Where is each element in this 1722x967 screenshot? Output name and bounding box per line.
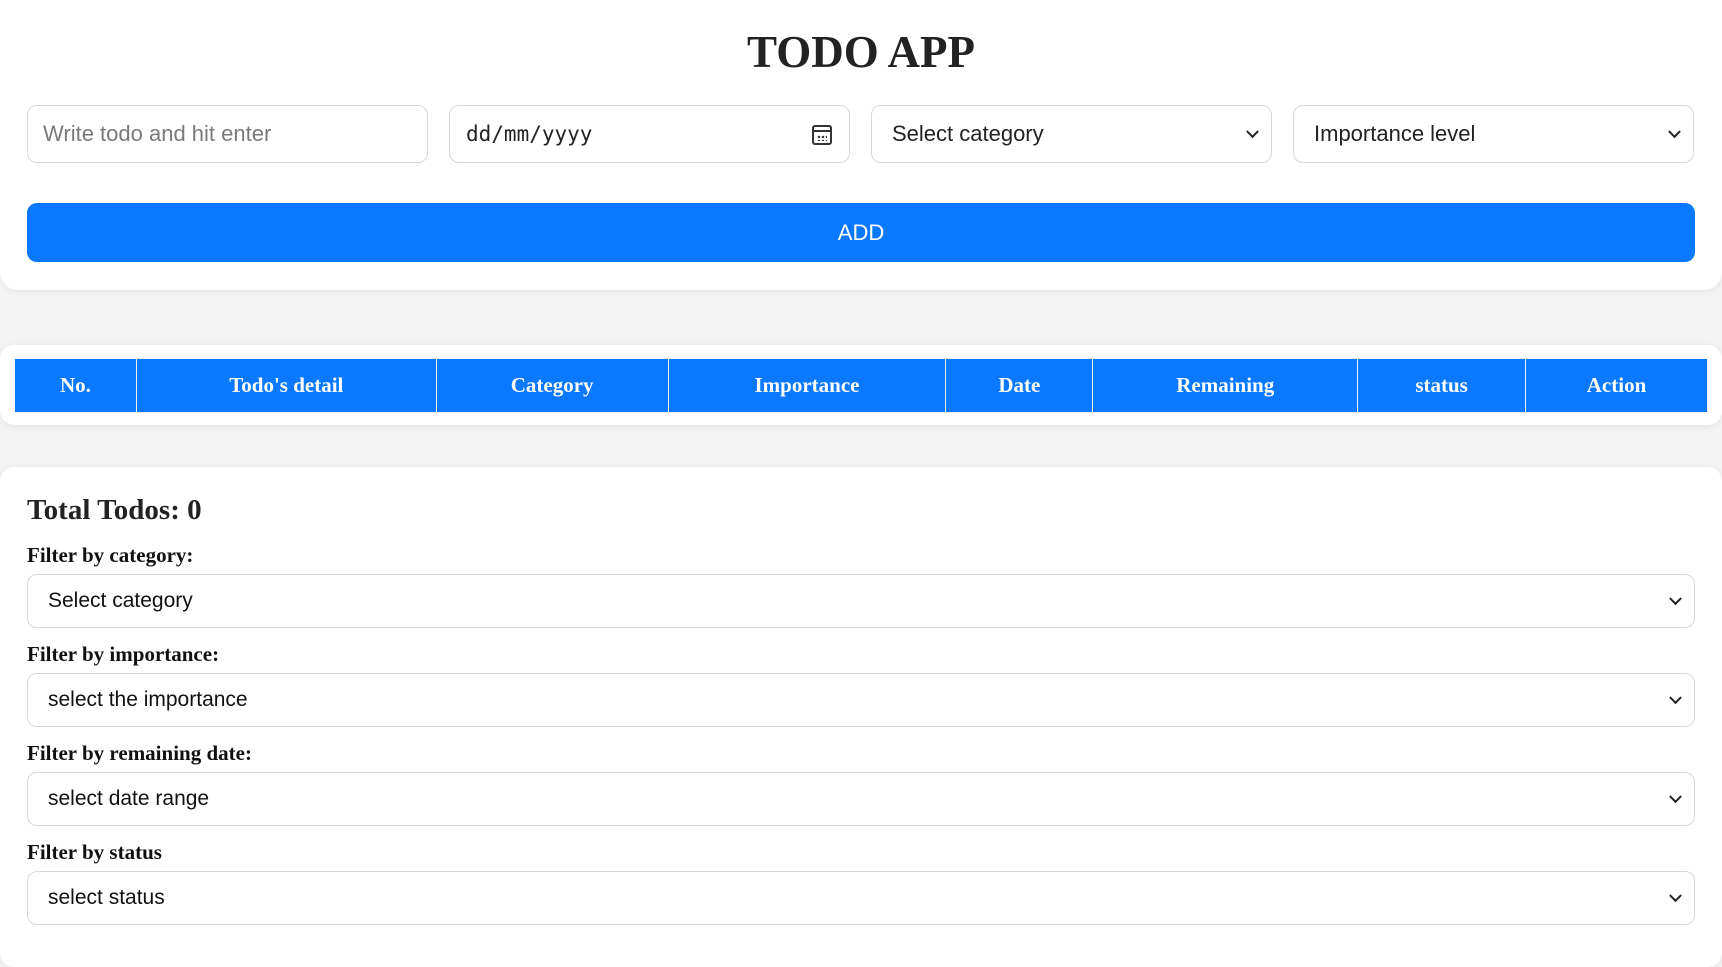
- add-button[interactable]: ADD: [27, 203, 1695, 262]
- filter-importance-label: Filter by importance:: [27, 642, 220, 666]
- column-header-category: Category: [435, 358, 669, 413]
- importance-select-value: Importance level: [1314, 121, 1476, 146]
- importance-select[interactable]: Importance level: [1293, 105, 1694, 163]
- filter-status-select[interactable]: select status: [27, 871, 1695, 925]
- column-header-action: Action: [1525, 358, 1708, 413]
- calendar-icon[interactable]: [812, 125, 832, 145]
- category-select[interactable]: Select category: [871, 105, 1272, 163]
- filter-category-select[interactable]: Select category: [27, 574, 1695, 628]
- chevron-down-icon: [1669, 691, 1682, 705]
- todo-input[interactable]: [43, 121, 427, 147]
- column-header-remaining: Remaining: [1092, 358, 1359, 413]
- filter-category-label: Filter by category:: [27, 543, 194, 567]
- filter-remaining-select[interactable]: select date range: [27, 772, 1695, 826]
- todo-table: No. Todo's detail Category Importance Da…: [14, 358, 1708, 413]
- column-header-date: Date: [945, 358, 1094, 413]
- category-select-value: Select category: [892, 121, 1044, 146]
- column-header-importance: Importance: [667, 358, 947, 413]
- filter-importance-select[interactable]: select the importance: [27, 673, 1695, 727]
- chevron-down-icon: [1668, 125, 1681, 139]
- table-header-row: No. Todo's detail Category Importance Da…: [14, 358, 1708, 413]
- date-input[interactable]: dd/mm/yyyy: [449, 105, 850, 163]
- chevron-down-icon: [1669, 592, 1682, 606]
- filter-remaining-value: select date range: [48, 787, 210, 810]
- column-header-no: No.: [14, 358, 137, 413]
- filter-importance-value: select the importance: [48, 688, 248, 711]
- chevron-down-icon: [1669, 889, 1682, 903]
- filter-status-value: select status: [48, 886, 165, 909]
- filter-status-label: Filter by status: [27, 840, 162, 864]
- chevron-down-icon: [1669, 790, 1682, 804]
- column-header-detail: Todo's detail: [135, 358, 437, 413]
- filter-category-value: Select category: [48, 589, 193, 612]
- chevron-down-icon: [1246, 125, 1259, 139]
- column-header-status: status: [1357, 358, 1527, 413]
- filter-remaining-label: Filter by remaining date:: [27, 741, 252, 765]
- total-todos: Total Todos: 0: [27, 494, 202, 526]
- date-placeholder: dd/mm/yyyy: [466, 122, 593, 146]
- page-title: TODO APP: [747, 27, 975, 77]
- todo-input-wrapper[interactable]: [27, 105, 428, 163]
